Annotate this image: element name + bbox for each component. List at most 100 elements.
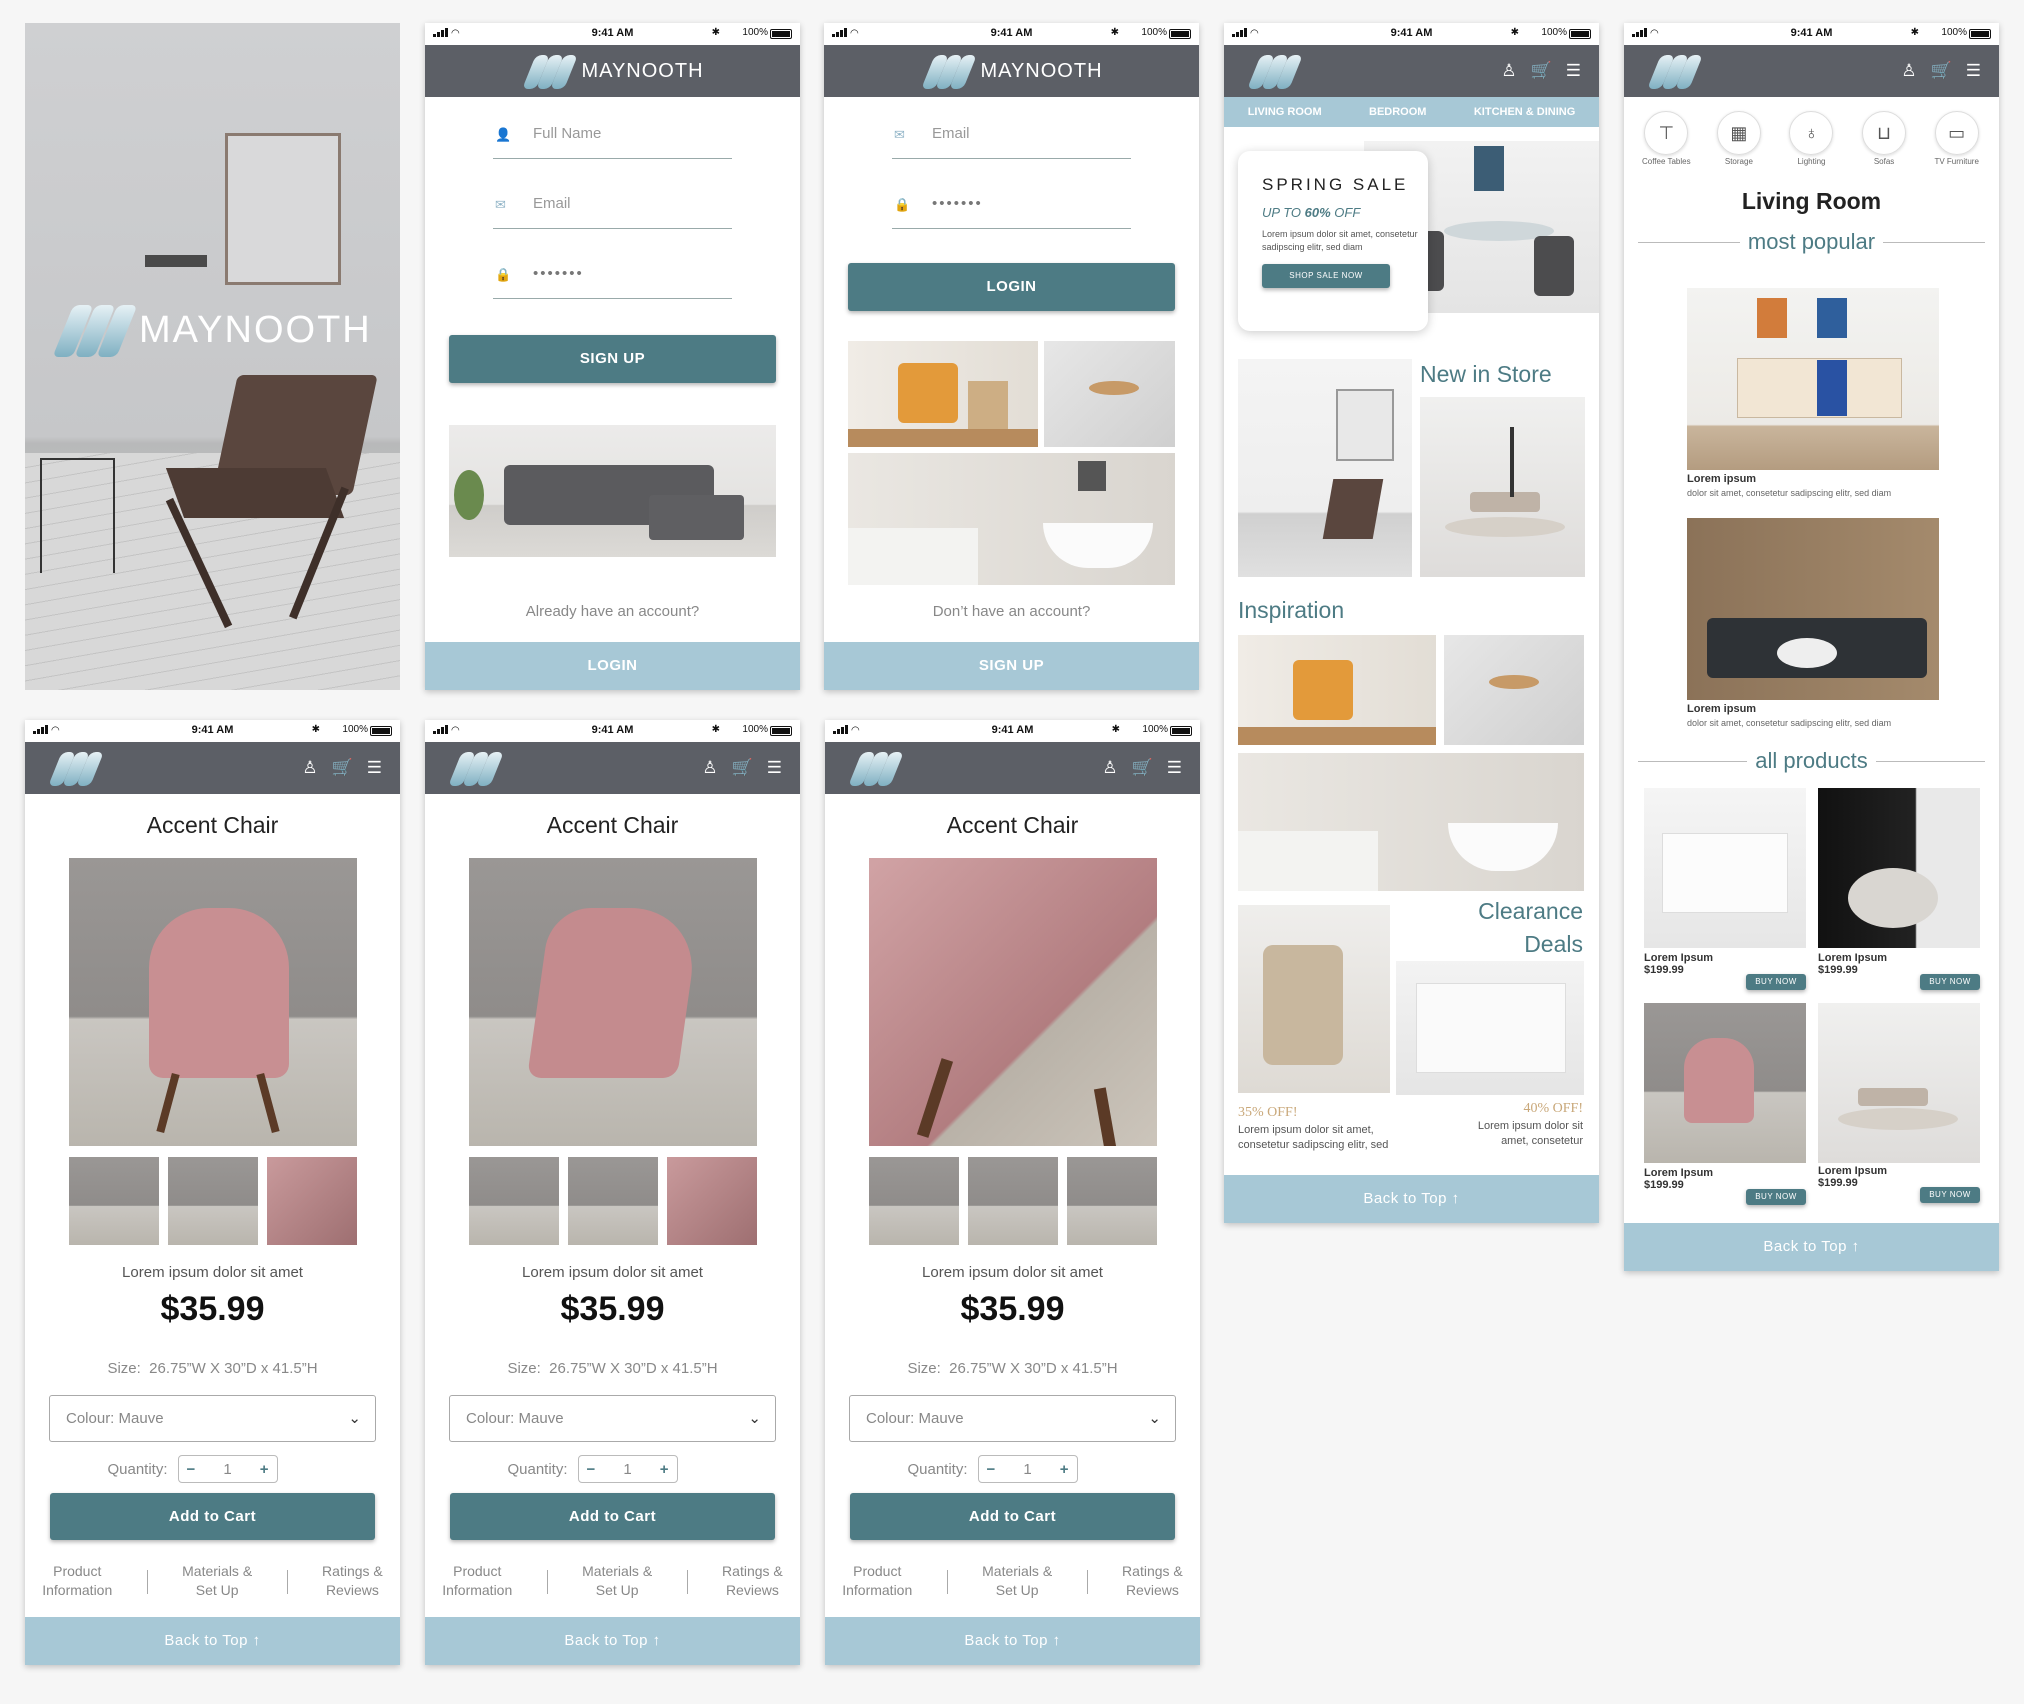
- add-to-cart-button[interactable]: Add to Cart: [50, 1493, 375, 1540]
- subcat-sofas[interactable]: ⊔ Sofas: [1851, 111, 1917, 166]
- arrow-up-icon: ↑: [652, 1632, 661, 1649]
- tab-ratings-reviews[interactable]: Ratings & Reviews: [1122, 1562, 1183, 1600]
- sale-title: SPRING SALE: [1262, 175, 1409, 194]
- back-to-top-button[interactable]: Back to Top ↑: [1624, 1223, 1999, 1271]
- tab-product-information[interactable]: Product Information: [842, 1562, 912, 1600]
- m-logo-icon[interactable]: [847, 750, 904, 786]
- buy-now-button[interactable]: BUY NOW: [1920, 1187, 1980, 1203]
- subcat-tv-furniture[interactable]: ▭ TV Furniture: [1924, 111, 1990, 166]
- m-logo-icon[interactable]: [1646, 53, 1703, 89]
- m-logo-icon[interactable]: [47, 750, 104, 786]
- product-card[interactable]: Lorem Ipsum $199.99 BUY NOW: [1818, 788, 1980, 990]
- login-button[interactable]: LOGIN: [848, 263, 1175, 311]
- product-thumbnail[interactable]: [568, 1157, 658, 1245]
- battery-icon: [370, 726, 392, 736]
- increase-button[interactable]: +: [1060, 1461, 1069, 1478]
- no-account-prompt[interactable]: Don’t have an account?: [824, 603, 1199, 620]
- add-to-cart-button[interactable]: Add to Cart: [450, 1493, 775, 1540]
- email-field[interactable]: ✉ Email: [892, 109, 1131, 159]
- product-thumbnail[interactable]: [69, 1157, 159, 1245]
- nav-bedroom[interactable]: BEDROOM: [1369, 106, 1426, 118]
- menu-icon[interactable]: ☰: [367, 758, 382, 778]
- password-field[interactable]: 🔒 •••••••: [892, 179, 1131, 229]
- subcat-coffee-tables[interactable]: ⊤ Coffee Tables: [1633, 111, 1699, 166]
- cart-icon[interactable]: 🛒: [1531, 61, 1552, 81]
- popular-title-1[interactable]: Lorem ipsum: [1687, 473, 1756, 485]
- menu-icon[interactable]: ☰: [767, 758, 782, 778]
- nav-living-room[interactable]: LIVING ROOM: [1248, 106, 1322, 118]
- product-card[interactable]: Lorem Ipsum $199.99 BUY NOW: [1644, 1003, 1806, 1205]
- account-icon[interactable]: ♙: [702, 758, 717, 778]
- full-name-field[interactable]: 👤 Full Name: [493, 109, 732, 159]
- product-desc: Lorem ipsum dolor sit amet: [922, 1264, 1103, 1281]
- menu-icon[interactable]: ☰: [1566, 61, 1581, 81]
- sign-up-button[interactable]: SIGN UP: [449, 335, 776, 383]
- quantity-stepper[interactable]: − 1 +: [977, 1455, 1078, 1483]
- password-field[interactable]: 🔒 •••••••: [493, 249, 732, 299]
- colour-select[interactable]: Colour: Mauve ⌄: [449, 1395, 776, 1442]
- product-card[interactable]: Lorem Ipsum $199.99 BUY NOW: [1644, 788, 1806, 990]
- account-icon[interactable]: ♙: [1102, 758, 1117, 778]
- shop-sale-button[interactable]: SHOP SALE NOW: [1262, 264, 1390, 288]
- already-account-prompt[interactable]: Already have an account?: [425, 603, 800, 620]
- header-logo[interactable]: MAYNOOTH: [920, 53, 1102, 89]
- subcat-storage[interactable]: ▦ Storage: [1706, 111, 1772, 166]
- decrease-button[interactable]: −: [587, 1461, 596, 1478]
- product-thumbnail[interactable]: [469, 1157, 559, 1245]
- increase-button[interactable]: +: [260, 1461, 269, 1478]
- tab-materials-setup[interactable]: Materials & Set Up: [982, 1562, 1052, 1600]
- tab-materials-setup[interactable]: Materials & Set Up: [182, 1562, 252, 1600]
- login-footer-button[interactable]: LOGIN: [425, 642, 800, 690]
- product-thumbnail[interactable]: [869, 1157, 959, 1245]
- back-to-top-button[interactable]: Back to Top ↑: [25, 1617, 400, 1665]
- quantity-stepper[interactable]: − 1 +: [177, 1455, 278, 1483]
- tab-product-information[interactable]: Product Information: [442, 1562, 512, 1600]
- email-field[interactable]: ✉ Email: [493, 179, 732, 229]
- product-thumbnail[interactable]: [1067, 1157, 1157, 1245]
- buy-now-button[interactable]: BUY NOW: [1920, 974, 1980, 990]
- inspiration-title[interactable]: Inspiration: [1238, 597, 1344, 624]
- nav-kitchen-dining[interactable]: KITCHEN & DINING: [1474, 106, 1575, 118]
- popular-title-2[interactable]: Lorem ipsum: [1687, 703, 1756, 715]
- product-thumbnail[interactable]: [968, 1157, 1058, 1245]
- product-card[interactable]: Lorem Ipsum $199.99 BUY NOW: [1818, 1003, 1980, 1203]
- subcat-lighting[interactable]: ♁ Lighting: [1778, 111, 1844, 166]
- signup-footer-button[interactable]: SIGN UP: [824, 642, 1199, 690]
- colour-select[interactable]: Colour: Mauve ⌄: [849, 1395, 1176, 1442]
- product-thumbnail[interactable]: [168, 1157, 258, 1245]
- cart-icon[interactable]: 🛒: [332, 758, 353, 778]
- buy-now-button[interactable]: BUY NOW: [1746, 1189, 1806, 1205]
- back-to-top-button[interactable]: Back to Top ↑: [825, 1617, 1200, 1665]
- product-desc: Lorem ipsum dolor sit amet: [122, 1264, 303, 1281]
- cart-icon[interactable]: 🛒: [1132, 758, 1153, 778]
- popular-photo-1[interactable]: [1687, 288, 1939, 470]
- tab-ratings-reviews[interactable]: Ratings & Reviews: [722, 1562, 783, 1600]
- tab-ratings-reviews[interactable]: Ratings & Reviews: [322, 1562, 383, 1600]
- account-icon[interactable]: ♙: [1501, 61, 1516, 81]
- tab-product-information[interactable]: Product Information: [42, 1562, 112, 1600]
- clearance-title[interactable]: Clearance Deals: [1478, 895, 1583, 961]
- account-icon[interactable]: ♙: [302, 758, 317, 778]
- popular-photo-2[interactable]: [1687, 518, 1939, 700]
- product-thumbnail[interactable]: [267, 1157, 357, 1245]
- back-to-top-button[interactable]: Back to Top ↑: [425, 1617, 800, 1665]
- decrease-button[interactable]: −: [987, 1461, 996, 1478]
- tab-materials-setup[interactable]: Materials & Set Up: [582, 1562, 652, 1600]
- cart-icon[interactable]: 🛒: [1931, 61, 1952, 81]
- account-icon[interactable]: ♙: [1901, 61, 1916, 81]
- m-logo-icon[interactable]: [447, 750, 504, 786]
- menu-icon[interactable]: ☰: [1966, 61, 1981, 81]
- quantity-stepper[interactable]: − 1 +: [577, 1455, 678, 1483]
- product-thumbnail[interactable]: [667, 1157, 757, 1245]
- menu-icon[interactable]: ☰: [1167, 758, 1182, 778]
- new-in-store-title[interactable]: New in Store: [1420, 361, 1552, 388]
- header-logo[interactable]: MAYNOOTH: [521, 53, 703, 89]
- back-to-top-button[interactable]: Back to Top ↑: [1224, 1175, 1599, 1223]
- m-logo-icon[interactable]: [1246, 53, 1303, 89]
- add-to-cart-button[interactable]: Add to Cart: [850, 1493, 1175, 1540]
- buy-now-button[interactable]: BUY NOW: [1746, 974, 1806, 990]
- colour-select[interactable]: Colour: Mauve ⌄: [49, 1395, 376, 1442]
- cart-icon[interactable]: 🛒: [732, 758, 753, 778]
- increase-button[interactable]: +: [660, 1461, 669, 1478]
- decrease-button[interactable]: −: [187, 1461, 196, 1478]
